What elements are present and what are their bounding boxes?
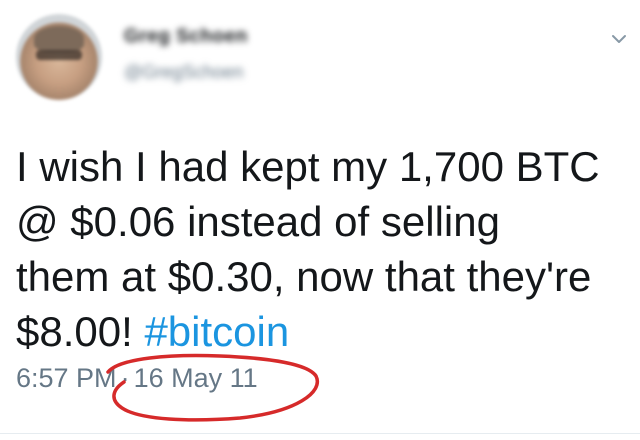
author-handle[interactable]: @GregSchoen: [124, 62, 243, 83]
tweet-time[interactable]: 6:57 PM: [16, 363, 117, 393]
avatar-glasses: [36, 50, 82, 60]
tweet-text-line-2: @ $0.06 instead of selling: [16, 198, 500, 245]
avatar-hair: [34, 26, 84, 52]
divider: [0, 433, 640, 434]
chevron-down-icon[interactable]: [608, 28, 630, 50]
tweet-meta: 6:57 PM · 16 May 11: [16, 363, 258, 394]
tweet-card: Greg Schoen @GregSchoen I wish I had kep…: [0, 0, 640, 440]
tweet-text-line-3: them at $0.30, now that they're: [16, 253, 592, 300]
tweet-text-line-4: $8.00!: [16, 308, 145, 355]
avatar[interactable]: [16, 14, 102, 100]
tweet-text-line-1: I wish I had kept my 1,700 BTC: [16, 143, 600, 190]
hashtag-link[interactable]: #bitcoin: [144, 308, 289, 355]
meta-separator: ·: [120, 363, 130, 393]
tweet-text: I wish I had kept my 1,700 BTC @ $0.06 i…: [16, 139, 626, 359]
tweet-date[interactable]: 16 May 11: [134, 363, 258, 393]
author-name[interactable]: Greg Schoen: [124, 26, 248, 48]
